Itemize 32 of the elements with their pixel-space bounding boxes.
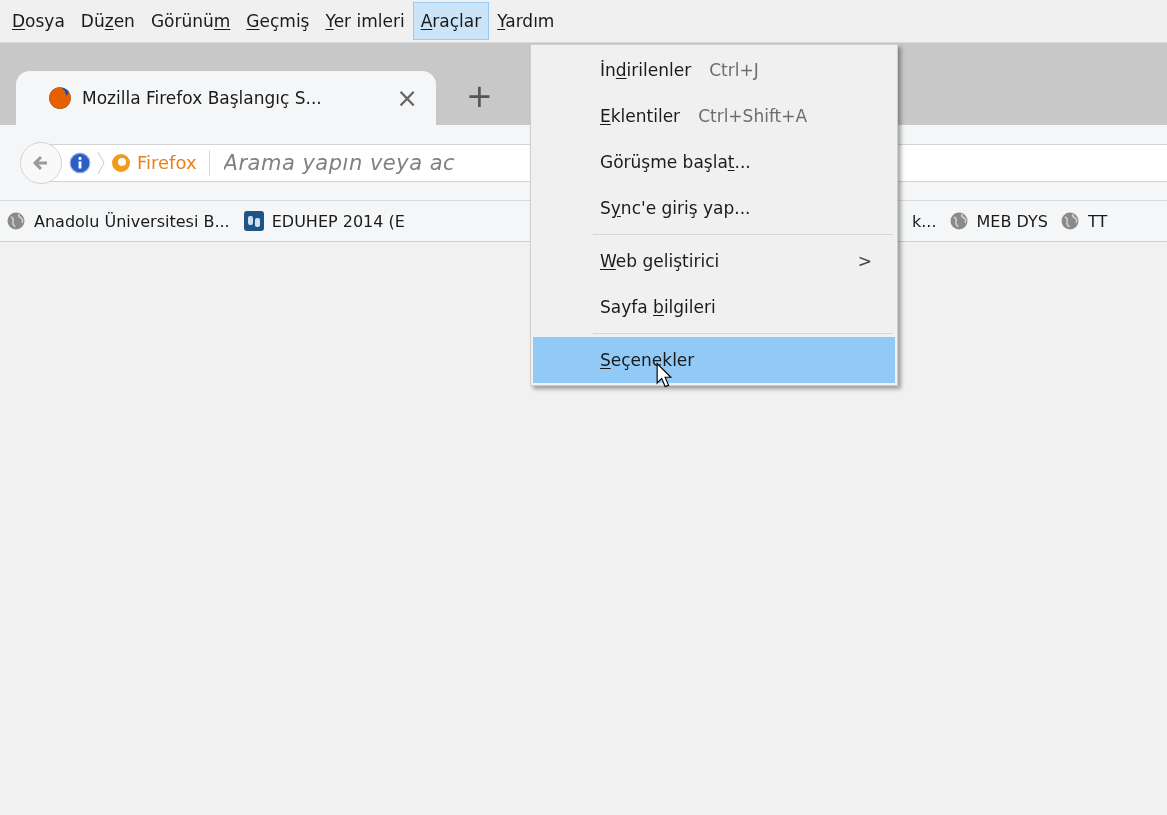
site-identity-label: Firefox	[137, 152, 197, 173]
globe-icon	[948, 211, 969, 231]
tab-title: Mozilla Firefox Başlangıç S...	[82, 88, 323, 108]
bookmark-item[interactable]: EDUHEP 2014 (E	[243, 211, 405, 231]
bookmark-item[interactable]: k...	[912, 211, 937, 231]
firefox-logo-icon	[48, 86, 72, 110]
menu-bar-item[interactable]: Yer imleri	[317, 2, 413, 40]
close-tab-button[interactable]: ×	[396, 83, 418, 113]
menu-item[interactable]: Sayfa bilgileri	[533, 284, 895, 330]
menu-item[interactable]: Eklentiler Ctrl+Shift+A	[533, 93, 895, 139]
bookmark-favicon-icon	[243, 211, 264, 231]
back-button[interactable]	[20, 141, 62, 184]
menu-bar-item[interactable]: Dosya	[4, 2, 73, 40]
menu-bar-item[interactable]: Geçmiş	[238, 2, 318, 40]
browser-tab[interactable]: Mozilla Firefox Başlangıç S... ×	[16, 71, 436, 125]
chevron-icon	[97, 150, 105, 175]
new-tab-button[interactable]: +	[466, 77, 493, 115]
menu-bar-item[interactable]: Düzen	[72, 2, 143, 40]
menu-item[interactable]: Seçenekler	[533, 337, 895, 383]
menu-bar-item[interactable]: Yardım	[489, 2, 563, 40]
firefox-logo-icon	[111, 152, 131, 173]
menu-item[interactable]: Web geliştirici >	[533, 238, 895, 284]
menu-item[interactable]: Sync'e giriş yap...	[533, 185, 895, 231]
bookmark-item[interactable]: Anadolu Üniversitesi B...	[6, 211, 230, 231]
menu-bar-item[interactable]: Araçlar	[412, 2, 490, 40]
globe-icon	[6, 211, 26, 231]
menu-item[interactable]: İndirilenler Ctrl+J	[533, 47, 895, 93]
globe-icon	[1059, 211, 1080, 231]
bookmark-item[interactable]: MEB DYS	[948, 211, 1048, 231]
menu-bar-item[interactable]: Görünüm	[142, 2, 239, 40]
bookmark-item[interactable]: TT	[1059, 211, 1108, 231]
info-icon[interactable]	[69, 151, 91, 174]
